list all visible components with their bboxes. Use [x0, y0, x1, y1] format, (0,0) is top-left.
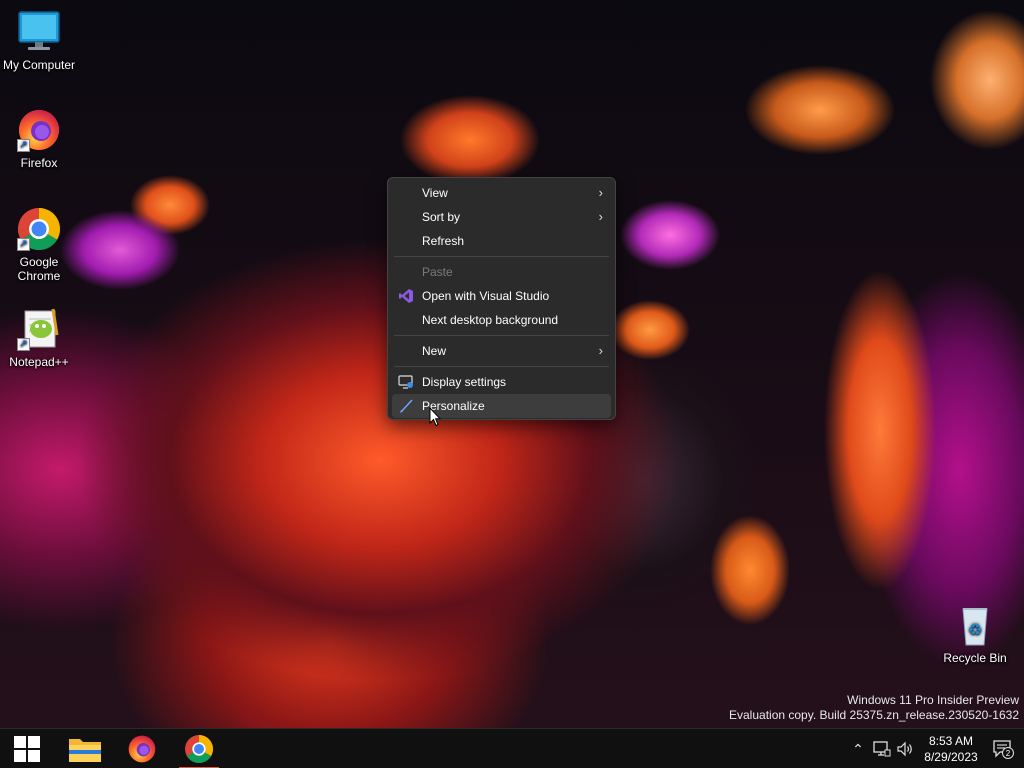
volume-icon[interactable] — [896, 739, 914, 759]
firefox-icon: ↗ — [15, 106, 63, 154]
folder-icon — [69, 739, 101, 762]
shortcut-arrow-icon: ↗ — [17, 238, 30, 251]
taskbar-file-explorer[interactable] — [61, 729, 109, 768]
menu-item-label: Sort by — [422, 210, 461, 224]
menu-item-label: Paste — [422, 265, 453, 279]
watermark-line-2: Evaluation copy. Build 25375.zn_release.… — [729, 708, 1019, 722]
desktop-icon-label: My Computer — [2, 58, 76, 72]
menu-item-next-desktop-background[interactable]: Next desktop background — [392, 308, 611, 332]
desktop-icon-label: Recycle Bin — [943, 651, 1007, 665]
windows-logo-icon — [14, 736, 40, 762]
recycle-bin-icon: ♻ — [951, 601, 999, 649]
chevron-right-icon: › — [598, 343, 603, 358]
desktop-icon-label: Firefox — [20, 156, 58, 170]
svg-text:♻: ♻ — [968, 620, 982, 639]
menu-item-open-with-visual-studio[interactable]: Open with Visual Studio — [392, 284, 611, 308]
clock-date: 8/29/2023 — [924, 750, 978, 764]
network-icon[interactable] — [873, 739, 891, 759]
desktop-icon-label: Google Chrome — [17, 255, 61, 283]
personalize-brush-icon — [398, 398, 414, 414]
desktop-context-menu: View › Sort by › Refresh Paste Open with… — [387, 177, 616, 420]
notification-icon: 2 — [993, 740, 1014, 759]
menu-item-label: Display settings — [422, 375, 507, 389]
menu-item-label: New — [422, 344, 447, 358]
desktop-icon-recycle-bin[interactable]: ♻ Recycle Bin — [936, 601, 1014, 665]
notification-center-button[interactable]: 2 — [991, 739, 1015, 759]
desktop-icon-firefox[interactable]: ↗ Firefox — [0, 106, 78, 170]
build-watermark: Windows 11 Pro Insider Preview Evaluatio… — [729, 693, 1019, 723]
menu-separator — [394, 366, 609, 367]
chrome-icon: ↗ — [15, 205, 63, 253]
menu-item-label: Refresh — [422, 234, 465, 248]
taskbar-clock[interactable]: 8:53 AM 8/29/2023 — [920, 733, 982, 765]
menu-item-personalize[interactable]: Personalize — [392, 394, 611, 418]
menu-item-sort-by[interactable]: Sort by › — [392, 205, 611, 229]
show-hidden-icons-chevron-up-icon[interactable]: ⌃ — [849, 739, 867, 759]
menu-separator — [394, 256, 609, 257]
menu-item-refresh[interactable]: Refresh — [392, 229, 611, 253]
chevron-right-icon: › — [598, 209, 603, 224]
menu-item-label: View — [422, 186, 448, 200]
desktop-icon-notepad-plus-plus[interactable]: ↗ Notepad++ — [0, 305, 78, 369]
watermark-line-1: Windows 11 Pro Insider Preview — [847, 693, 1019, 707]
taskbar-chrome[interactable] — [175, 729, 223, 768]
menu-item-label: Open with Visual Studio — [422, 289, 550, 303]
desktop-icon-google-chrome[interactable]: ↗ Google Chrome — [0, 205, 78, 283]
visual-studio-icon — [398, 288, 414, 304]
chrome-icon — [185, 735, 214, 764]
clock-time: 8:53 AM — [928, 734, 974, 748]
menu-item-display-settings[interactable]: Display settings — [392, 370, 611, 394]
taskbar: ⌃ 8:53 AM 8/29/2023 2 — [0, 728, 1024, 768]
chevron-right-icon: › — [598, 185, 603, 200]
desktop-icon-my-computer[interactable]: My Computer — [0, 8, 78, 72]
menu-item-new[interactable]: New › — [392, 339, 611, 363]
monitor-icon — [15, 8, 63, 56]
start-button[interactable] — [3, 729, 51, 768]
notification-count: 2 — [1006, 749, 1011, 758]
display-settings-icon — [398, 374, 414, 390]
mouse-pointer-icon — [429, 406, 442, 427]
shortcut-arrow-icon: ↗ — [17, 139, 30, 152]
menu-item-label: Next desktop background — [422, 313, 559, 327]
notepad-plus-plus-icon: ↗ — [15, 305, 63, 353]
desktop-icon-label: Notepad++ — [9, 355, 69, 369]
firefox-icon — [128, 735, 156, 763]
taskbar-firefox[interactable] — [118, 729, 166, 768]
menu-item-paste: Paste — [392, 260, 611, 284]
menu-separator — [394, 335, 609, 336]
shortcut-arrow-icon: ↗ — [17, 338, 30, 351]
menu-item-view[interactable]: View › — [392, 181, 611, 205]
